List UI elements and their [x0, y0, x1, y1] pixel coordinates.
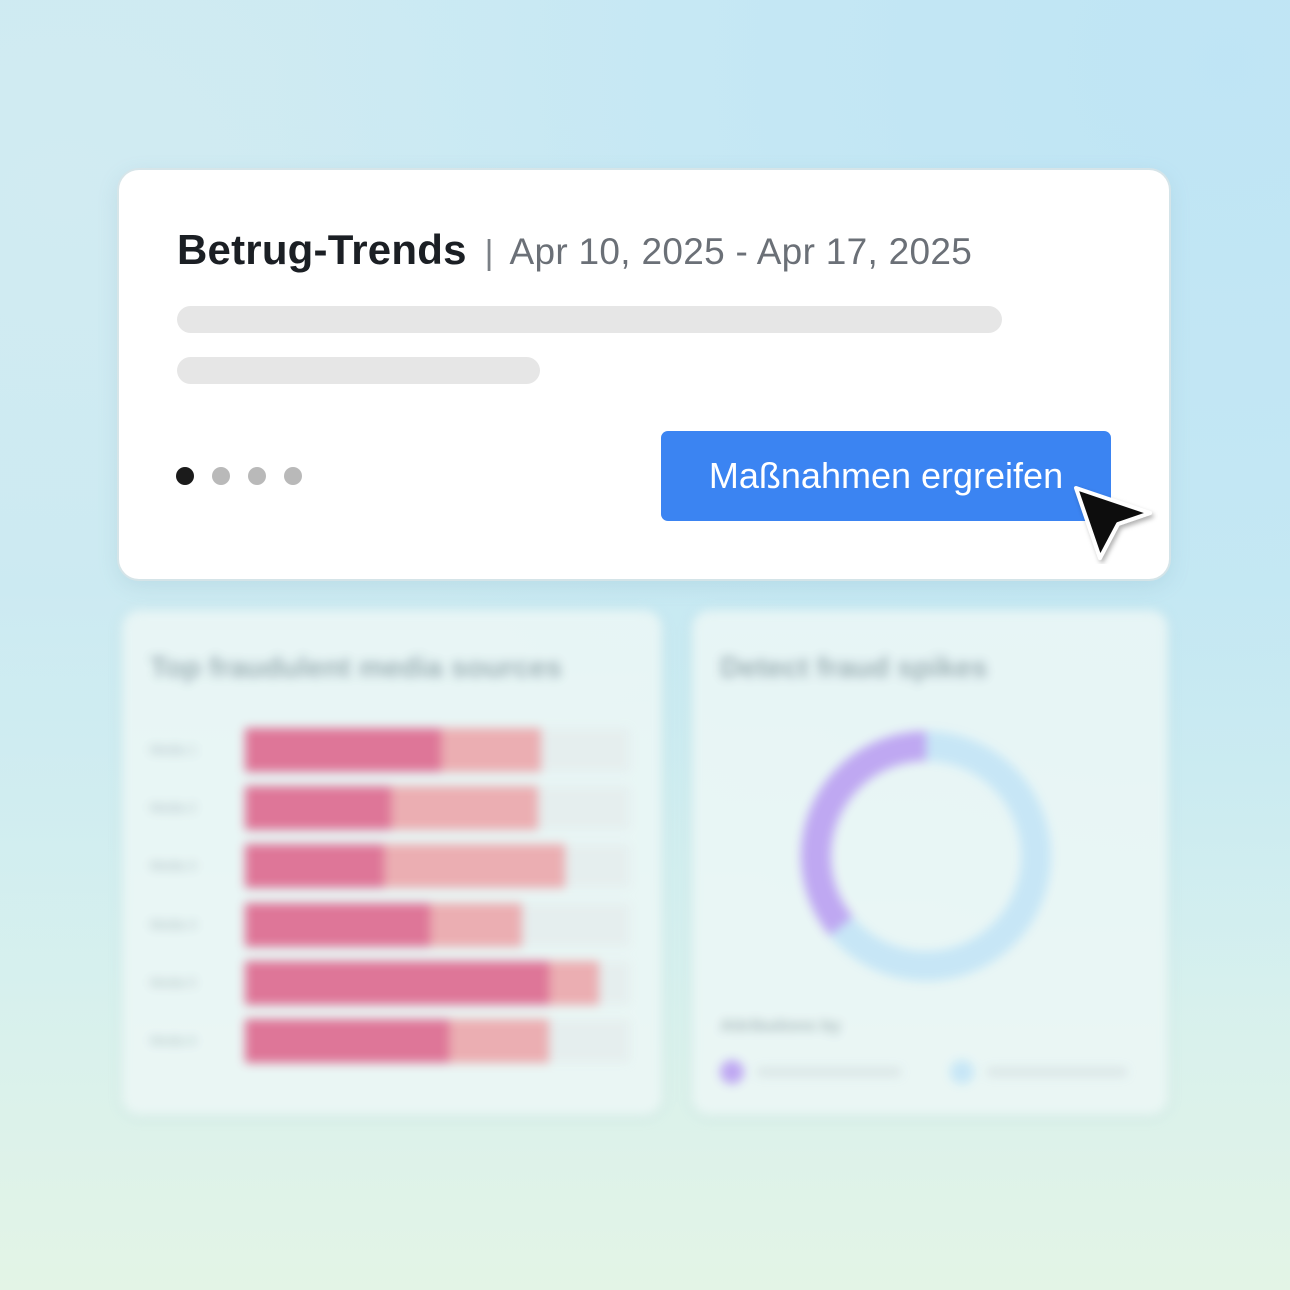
- bar-segment-secondary: [383, 844, 565, 889]
- date-range: Apr 10, 2025 - Apr 17, 2025: [509, 231, 973, 272]
- legend-dot-1: [720, 1060, 744, 1084]
- bar-segment-primary: [245, 1019, 450, 1063]
- bar-track: [245, 960, 630, 1005]
- mouse-pointer-icon: [1074, 486, 1152, 560]
- bar-segment-secondary: [429, 902, 523, 947]
- bar-segment-primary: [245, 728, 442, 772]
- bar-segment-secondary: [449, 1019, 550, 1063]
- bar-track: [245, 1019, 630, 1063]
- card-header: Betrug-Trends | Apr 10, 2025 - Apr 17, 2…: [177, 226, 972, 274]
- carousel-pager: [176, 467, 302, 485]
- card-title: Betrug-Trends: [177, 226, 467, 273]
- bar-track: [245, 786, 630, 831]
- bar-label: Media 5: [150, 974, 197, 990]
- bar-label: Media 6: [150, 1033, 197, 1048]
- fraud-spikes-donut-chart: [801, 731, 1051, 981]
- bar-label: Media 1: [150, 742, 197, 757]
- bar-segment-primary: [245, 902, 430, 947]
- legend-title: Attributions by: [720, 1016, 841, 1035]
- text-placeholder-line-2: [177, 357, 540, 384]
- carousel-dot-4[interactable]: [284, 467, 302, 485]
- fraud-spikes-title: Detect fraud spikes: [720, 652, 988, 684]
- text-placeholder-line-1: [177, 306, 1002, 333]
- media-sources-title: Top fraudulent media sources: [150, 652, 562, 684]
- bar-segment-secondary: [441, 728, 542, 772]
- carousel-dot-3[interactable]: [248, 467, 266, 485]
- carousel-dot-1[interactable]: [176, 467, 194, 485]
- bar-label: Media 3: [150, 858, 197, 874]
- legend-label-placeholder-1: [756, 1067, 902, 1077]
- carousel-dot-2[interactable]: [212, 467, 230, 485]
- bar-label: Media 4: [150, 916, 197, 932]
- media-sources-panel: Top fraudulent media sources Media 1 Medi…: [122, 610, 662, 1115]
- bar-label: Media 2: [150, 800, 197, 816]
- legend-label-placeholder-2: [986, 1067, 1128, 1077]
- bar-track: [245, 844, 630, 889]
- bar-track: [245, 728, 630, 772]
- bar-segment-primary: [245, 960, 550, 1005]
- fraud-spikes-panel: Detect fraud spikes Attributions by: [692, 610, 1168, 1115]
- take-action-button[interactable]: Maßnahmen ergreifen: [661, 431, 1111, 521]
- title-separator: |: [484, 234, 494, 272]
- legend-dot-2: [950, 1060, 974, 1084]
- bar-segment-primary: [245, 844, 384, 889]
- bar-segment-secondary: [391, 786, 538, 831]
- bar-segment-primary: [245, 786, 392, 831]
- bar-segment-secondary: [549, 960, 600, 1005]
- fraud-trends-card: Betrug-Trends | Apr 10, 2025 - Apr 17, 2…: [119, 170, 1169, 579]
- bar-track: [245, 902, 630, 947]
